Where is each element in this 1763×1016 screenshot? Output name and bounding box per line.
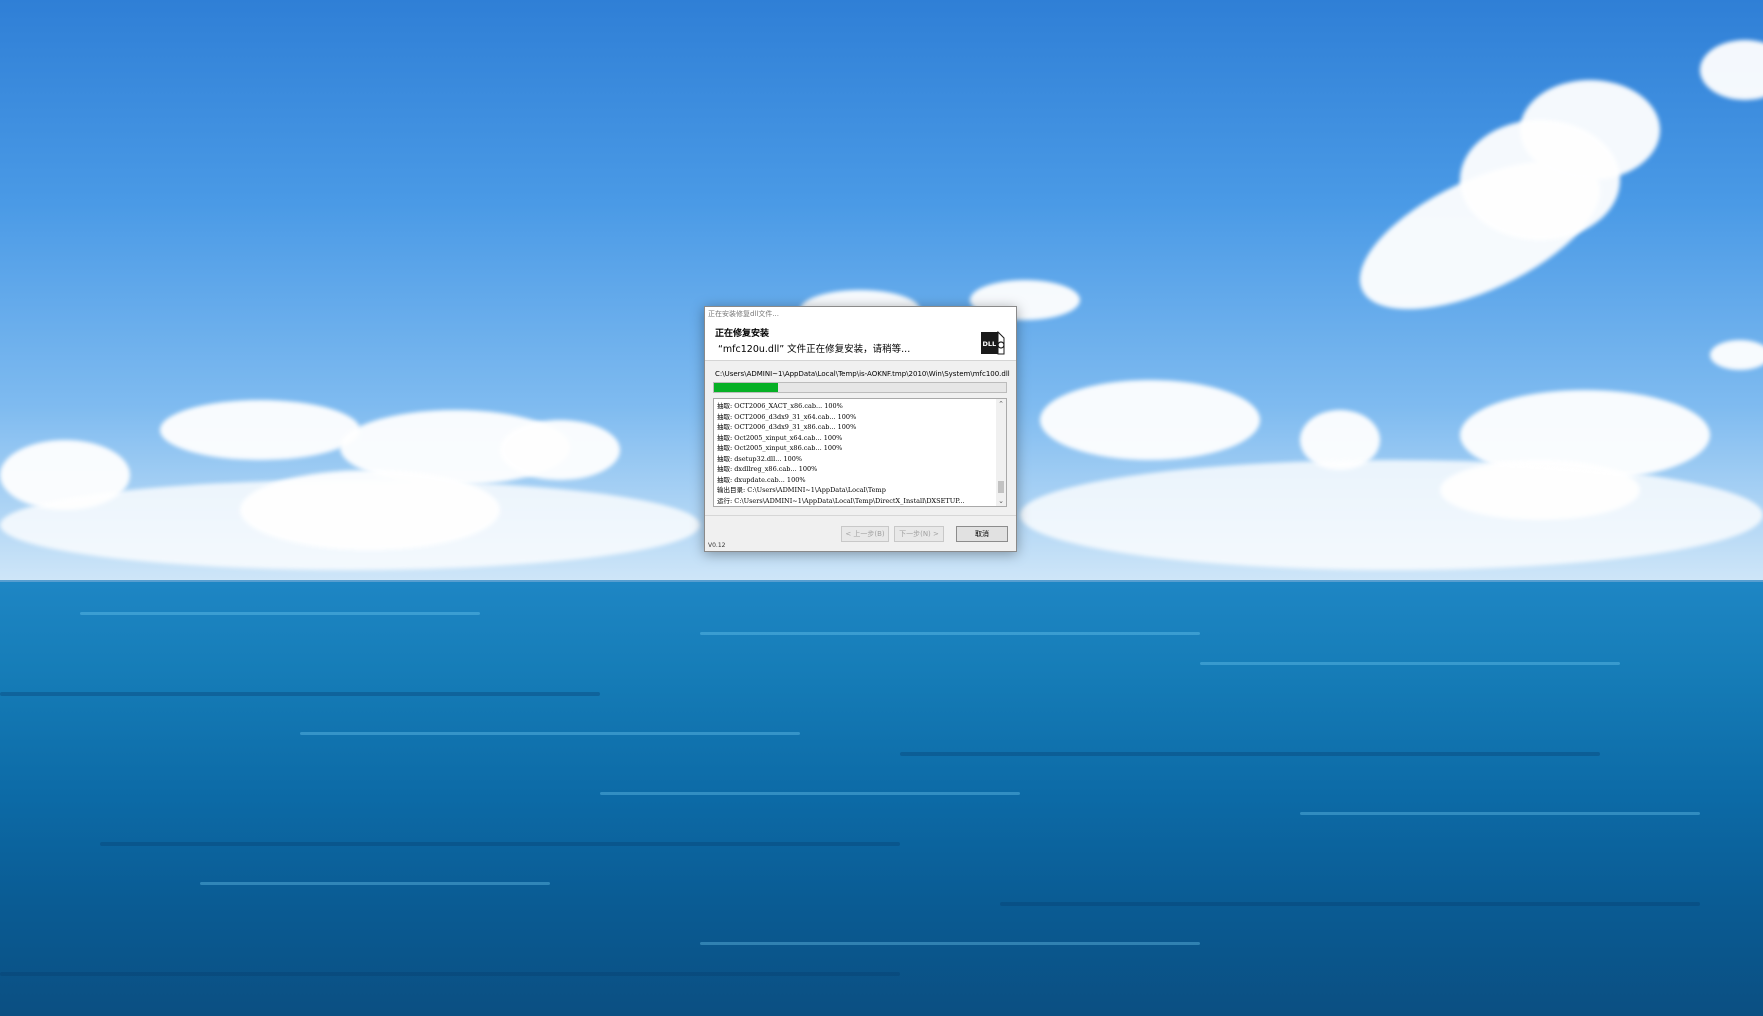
install-log[interactable]: 抽取: OCT2006_XACT_x86.cab... 100% 抽取: OCT2… (713, 398, 1007, 507)
dialog-header: 正在修复安装 “mfc120u.dll” 文件正在修复安装，请稍等... DLL (705, 321, 1016, 361)
current-file-path: C:\Users\ADMINI~1\AppData\Local\Temp\is-… (715, 370, 1010, 378)
log-line: 抽取: OCT2006_XACT_x86.cab... 100% (717, 402, 843, 410)
install-progress-bar (713, 382, 1007, 393)
header-subtitle: “mfc120u.dll” 文件正在修复安装，请稍等... (718, 344, 911, 355)
log-line: 抽取: dxdllreg_x86.cab... 100% (717, 465, 818, 473)
log-line: 抽取: OCT2006_d3dx9_31_x64.cab... 100% (717, 412, 857, 421)
dialog-titlebar[interactable]: 正在安装修复dll文件... (705, 307, 1016, 321)
installer-dialog: 正在安装修复dll文件... 正在修复安装 “mfc120u.dll” 文件正在… (704, 306, 1017, 552)
log-line: 运行: C:\Users\ADMINI~1\AppData\Local\Temp… (717, 496, 965, 505)
dll-icon-label: DLL (983, 340, 997, 348)
back-button[interactable]: < 上一步(B) (841, 526, 889, 542)
version-label: V0.12 (708, 542, 726, 549)
footer-divider (705, 515, 1016, 516)
progress-fill (714, 383, 779, 392)
log-line: 抽取: dxupdate.cab... 100% (717, 475, 806, 484)
log-scrollbar[interactable]: ⌃ ⌄ (996, 399, 1006, 506)
scroll-thumb[interactable] (998, 481, 1004, 493)
sea (0, 582, 1763, 1016)
header-title: 正在修复安装 (715, 329, 770, 339)
scroll-up-icon[interactable]: ⌃ (996, 399, 1006, 409)
scroll-down-icon[interactable]: ⌄ (996, 496, 1006, 506)
dll-file-icon: DLL (981, 331, 1005, 355)
log-lines: 抽取: OCT2006_XACT_x86.cab... 100% 抽取: OCT2… (717, 401, 993, 506)
log-line: 抽取: Oct2005_xinput_x86.cab... 100% (717, 444, 843, 452)
log-line: 抽取: OCT2006_d3dx9_31_x86.cab... 100% (717, 423, 857, 431)
log-line: 输出目录: C:\Users\ADMINI~1\AppData\Local\Te… (717, 486, 886, 494)
log-line: 抽取: Oct2005_xinput_x64.cab... 100% (717, 433, 843, 442)
cancel-button[interactable]: 取消 (956, 526, 1008, 542)
log-line: 抽取: dsetup32.dll... 100% (717, 454, 803, 463)
next-button[interactable]: 下一步(N) > (894, 526, 944, 542)
